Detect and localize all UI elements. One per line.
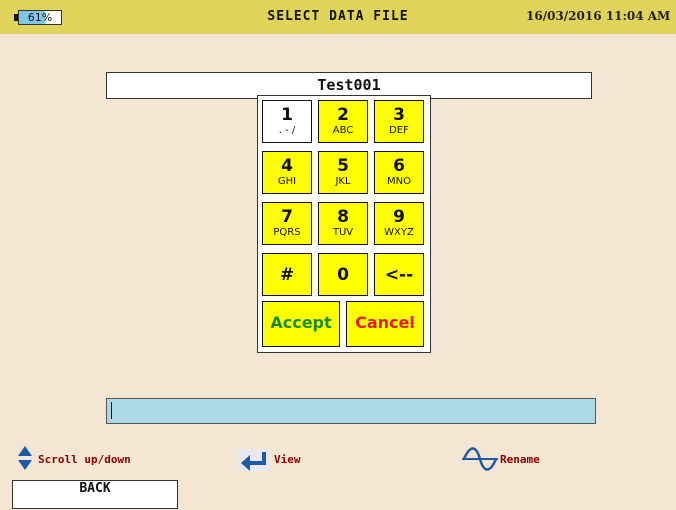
backspace-key[interactable]: <-- bbox=[374, 253, 424, 296]
key-label: 5 bbox=[337, 156, 349, 176]
key-label: 8 bbox=[337, 207, 349, 227]
text-caret bbox=[111, 402, 112, 419]
key-0[interactable]: 0 bbox=[318, 253, 368, 296]
key-sublabel: . - / bbox=[278, 125, 296, 136]
key-sublabel: PQRS bbox=[273, 227, 301, 238]
key-4[interactable]: 4 GHI bbox=[262, 151, 312, 194]
accept-label: Accept bbox=[270, 313, 332, 332]
title-bar: 61% SELECT DATA FILE 16/03/2016 11:04 AM bbox=[0, 0, 676, 34]
key-7[interactable]: 7 PQRS bbox=[262, 202, 312, 245]
text-input-bar[interactable] bbox=[106, 398, 596, 424]
key-label: 1 bbox=[281, 105, 293, 125]
datetime: 16/03/2016 11:04 AM bbox=[526, 9, 671, 23]
key-sublabel: WXYZ bbox=[384, 227, 414, 238]
key-label: # bbox=[279, 265, 295, 285]
scroll-hint: Scroll up/down bbox=[38, 453, 131, 466]
key-sublabel: DEF bbox=[389, 125, 409, 136]
key-label: 0 bbox=[337, 265, 349, 285]
rename-hint: Rename bbox=[500, 453, 540, 466]
back-button[interactable]: BACK bbox=[12, 480, 178, 509]
key-8[interactable]: 8 TUV bbox=[318, 202, 368, 245]
scroll-up-down-icon[interactable] bbox=[18, 446, 32, 470]
key-hash[interactable]: # bbox=[262, 253, 312, 296]
key-sublabel: TUV bbox=[332, 227, 354, 238]
accept-button[interactable]: Accept bbox=[262, 301, 340, 347]
key-sublabel: MNO bbox=[387, 176, 411, 187]
key-label: 9 bbox=[393, 207, 405, 227]
key-2[interactable]: 2 ABC bbox=[318, 100, 368, 143]
filename-text: Test001 bbox=[317, 76, 381, 94]
key-5[interactable]: 5 JKL bbox=[318, 151, 368, 194]
key-label: 3 bbox=[393, 105, 405, 125]
key-9[interactable]: 9 WXYZ bbox=[374, 202, 424, 245]
sine-wave-icon[interactable] bbox=[462, 447, 498, 471]
key-label: 7 bbox=[281, 207, 293, 227]
key-3[interactable]: 3 DEF bbox=[374, 100, 424, 143]
view-hint: View bbox=[274, 453, 301, 466]
key-label: 6 bbox=[393, 156, 405, 176]
key-label: 2 bbox=[337, 105, 349, 125]
key-1[interactable]: 1 . - / bbox=[262, 100, 312, 143]
key-label: <-- bbox=[384, 265, 414, 285]
keypad-panel: 1 . - / 2 ABC 3 DEF 4 GHI 5 JKL 6 MNO 7 … bbox=[257, 95, 431, 353]
key-label: 4 bbox=[281, 156, 293, 176]
key-sublabel: ABC bbox=[332, 125, 354, 136]
cancel-label: Cancel bbox=[355, 313, 415, 332]
cancel-button[interactable]: Cancel bbox=[346, 301, 424, 347]
key-sublabel: JKL bbox=[335, 176, 351, 187]
key-6[interactable]: 6 MNO bbox=[374, 151, 424, 194]
key-sublabel: GHI bbox=[277, 176, 297, 187]
enter-icon[interactable] bbox=[238, 449, 270, 471]
